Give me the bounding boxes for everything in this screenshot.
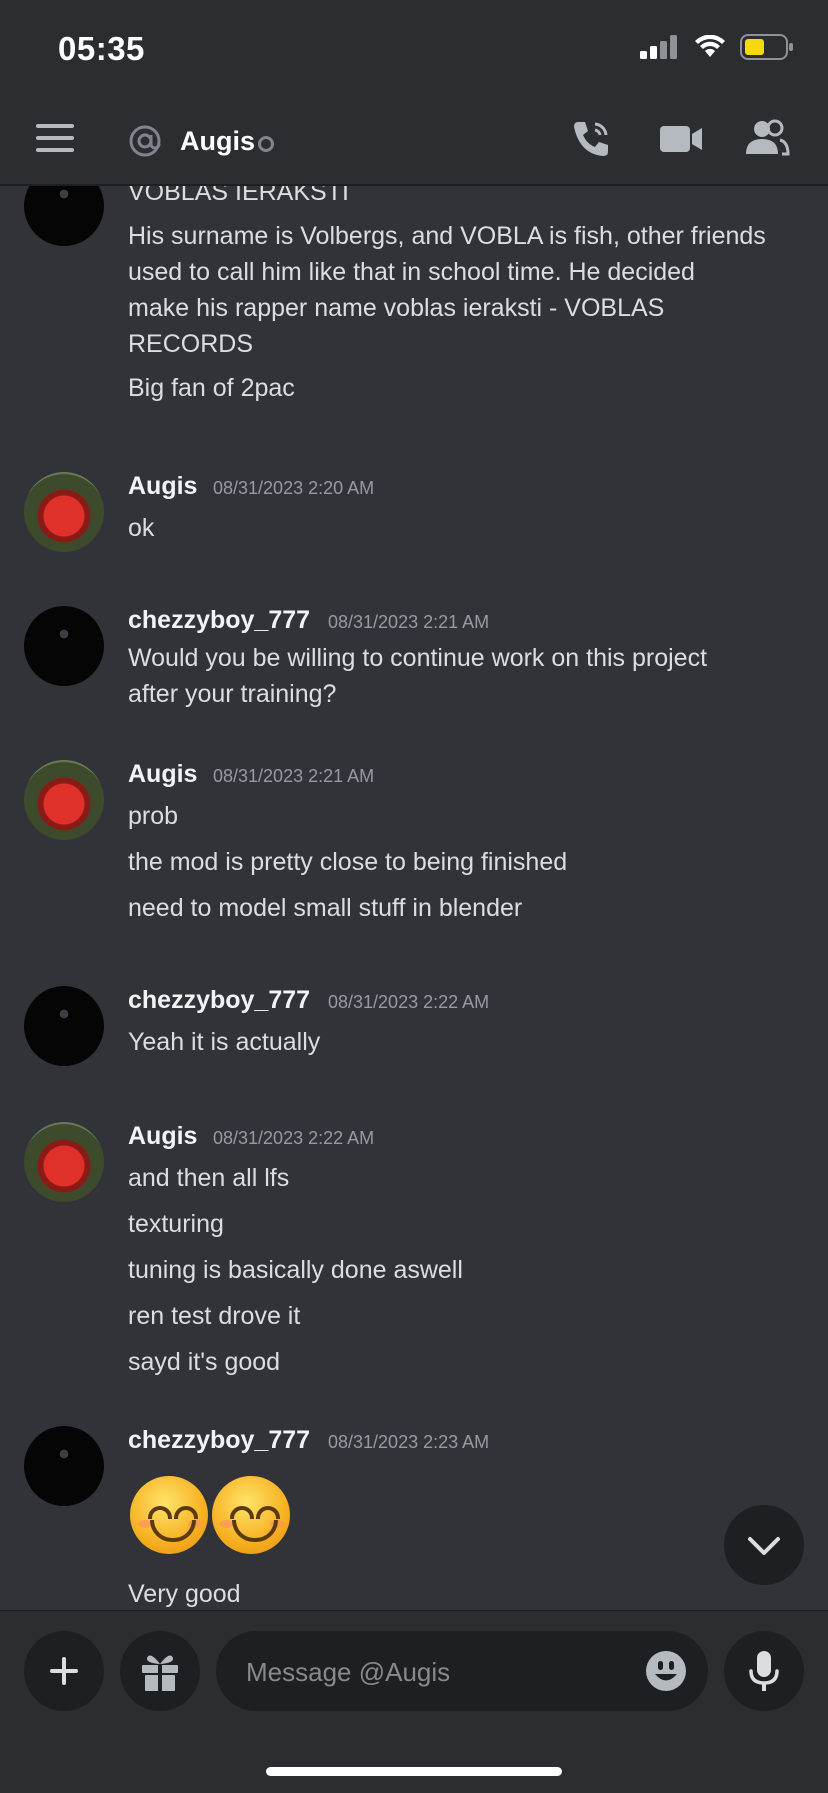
- username[interactable]: chezzyboy_777: [128, 606, 310, 635]
- message-text: VOBLAS IERAKSTI: [128, 186, 349, 206]
- message-group: chezzyboy_777 08/31/2023 2:21 AM Would y…: [0, 606, 828, 746]
- microphone-icon: [749, 1651, 779, 1691]
- avatar[interactable]: [24, 986, 104, 1066]
- battery-icon: [740, 34, 793, 60]
- status-bar: 05:35: [0, 0, 828, 92]
- message-text: ren test drove it: [128, 1302, 301, 1330]
- scroll-to-bottom-button[interactable]: [724, 1505, 804, 1585]
- phone-call-icon[interactable]: [566, 114, 616, 164]
- emoji-row: [130, 1476, 310, 1556]
- emoji-icon[interactable]: [644, 1649, 688, 1693]
- message-text: after your training?: [128, 680, 337, 708]
- smiling-face-emoji[interactable]: [212, 1476, 290, 1554]
- offline-status-icon: [258, 136, 274, 152]
- gift-button[interactable]: [120, 1631, 200, 1711]
- home-indicator: [266, 1767, 562, 1776]
- message-text: ok: [128, 514, 155, 542]
- voice-message-button[interactable]: [724, 1631, 804, 1711]
- message-group: Augis 08/31/2023 2:22 AM and then all lf…: [0, 1122, 828, 1412]
- at-sign-icon: [129, 125, 161, 157]
- timestamp: 08/31/2023 2:21 AM: [213, 766, 375, 786]
- message-group: Augis 08/31/2023 2:21 AM prob the mod is…: [0, 760, 828, 960]
- message-text: Would you be willing to continue work on…: [128, 644, 708, 672]
- message-composer: [0, 1610, 828, 1793]
- message-text: tuning is basically done aswell: [128, 1256, 463, 1284]
- avatar[interactable]: [24, 472, 104, 552]
- message-text: and then all lfs: [128, 1164, 290, 1192]
- username[interactable]: Augis: [128, 472, 197, 501]
- message-group: Augis 08/31/2023 2:20 AM ok: [0, 472, 828, 592]
- message-text: sayd it's good: [128, 1348, 281, 1376]
- message-list[interactable]: VOBLAS IERAKSTI His surname is Volbergs,…: [0, 186, 828, 1610]
- status-time: 05:35: [58, 30, 145, 67]
- username[interactable]: Augis: [128, 1122, 197, 1151]
- message-text: used to call him like that in school tim…: [128, 258, 695, 286]
- avatar[interactable]: [24, 186, 104, 246]
- avatar[interactable]: [24, 606, 104, 686]
- message-text: the mod is pretty close to being finishe…: [128, 848, 568, 876]
- status-icons: [640, 34, 794, 60]
- username[interactable]: chezzyboy_777: [128, 1426, 310, 1455]
- gift-icon: [142, 1655, 178, 1691]
- add-attachment-button[interactable]: [24, 1631, 104, 1711]
- message-text: RECORDS: [128, 330, 254, 358]
- menu-icon[interactable]: [36, 124, 74, 152]
- smiling-face-emoji[interactable]: [130, 1476, 208, 1554]
- message-text: make his rapper name voblas ieraksti - V…: [128, 294, 665, 322]
- video-camera-icon[interactable]: [656, 114, 706, 164]
- message-group: chezzyboy_777 08/31/2023 2:23 AM Very go…: [0, 1426, 828, 1610]
- username[interactable]: chezzyboy_777: [128, 986, 310, 1015]
- username[interactable]: Augis: [128, 760, 197, 789]
- chevron-down-icon: [748, 1537, 780, 1555]
- timestamp: 08/31/2023 2:20 AM: [213, 478, 375, 498]
- message-text: His surname is Volbergs, and VOBLA is fi…: [128, 222, 766, 250]
- conversation-title[interactable]: Augis: [180, 126, 255, 157]
- plus-icon: [50, 1657, 78, 1685]
- message-text: texturing: [128, 1210, 224, 1238]
- timestamp: 08/31/2023 2:23 AM: [328, 1432, 490, 1452]
- avatar[interactable]: [24, 760, 104, 840]
- cellular-signal-icon: [640, 35, 677, 59]
- message-input[interactable]: [244, 1631, 628, 1713]
- message-text: Yeah it is actually: [128, 1028, 321, 1056]
- message-text: prob: [128, 802, 179, 830]
- timestamp: 08/31/2023 2:22 AM: [213, 1128, 375, 1148]
- message-group: chezzyboy_777 08/31/2023 2:22 AM Yeah it…: [0, 986, 828, 1096]
- message-text: Big fan of 2pac: [128, 374, 295, 402]
- timestamp: 08/31/2023 2:22 AM: [328, 992, 490, 1012]
- wifi-icon: [695, 35, 725, 57]
- avatar[interactable]: [24, 1122, 104, 1202]
- avatar[interactable]: [24, 1426, 104, 1506]
- message-text: Very good: [128, 1580, 241, 1608]
- members-icon[interactable]: [742, 114, 792, 164]
- message-text: need to model small stuff in blender: [128, 894, 523, 922]
- timestamp: 08/31/2023 2:21 AM: [328, 612, 490, 632]
- message-input-container[interactable]: [216, 1631, 708, 1713]
